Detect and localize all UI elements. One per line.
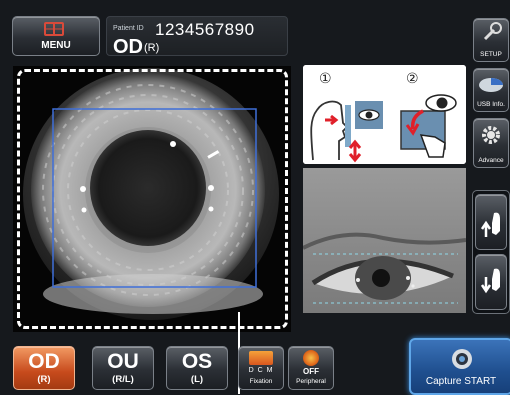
lateral-eye-image [303,168,466,313]
fixation-icon [249,351,273,365]
peripheral-button[interactable]: OFF Peripheral [288,346,334,390]
od-sub-label: (R) [37,374,51,385]
od-right-eye-button[interactable]: OD (R) [13,346,75,390]
alignment-guide-panel: ① ② [303,65,466,164]
usb-info-label: USB Info. [477,101,505,108]
current-eye-title: OD [113,36,143,58]
advance-label: Advance [478,157,504,164]
ou-both-eyes-button[interactable]: OU (R/L) [92,346,154,390]
peripheral-state: OFF [303,367,319,376]
menu-icon [44,22,64,36]
guide-step-2: ② [406,71,419,87]
move-down-button[interactable] [475,254,507,310]
setup-icon [483,22,502,41]
advance-gear-icon [482,126,500,144]
patient-id-value: 1234567890 [155,20,255,39]
patient-id-label: Patient ID [113,25,144,32]
ou-sub-label: (R/L) [112,374,134,385]
ou-label: OU [107,350,139,373]
menu-label: MENU [41,40,71,51]
os-label: OS [181,350,213,373]
usb-icon [479,78,503,92]
fixation-label: Fixation [249,378,273,385]
camera-icon [452,349,472,369]
fixation-mode-text: D C M [248,367,274,374]
os-sub-label: (L) [190,374,204,385]
guide-step-1: ① [319,71,332,87]
fixation-button[interactable]: D C M Fixation [238,346,284,390]
os-left-eye-button[interactable]: OS (L) [166,346,228,390]
move-down-icon [480,268,500,294]
anterior-eye-image[interactable] [13,66,291,332]
advance-button[interactable]: Advance [473,118,509,168]
menu-button[interactable]: MENU [12,16,100,56]
patient-info-panel: Patient ID 1234567890 OD (R) [106,16,288,58]
peripheral-icon [303,350,319,366]
move-up-button[interactable] [475,194,507,250]
capture-start-button[interactable]: Capture START [409,338,510,395]
setup-label: SETUP [480,51,502,58]
setup-button[interactable]: SETUP [473,18,509,62]
od-label: OD [28,350,60,373]
move-up-icon [480,212,500,237]
eye-photo [13,66,291,332]
peripheral-label: Peripheral [296,378,326,385]
usb-info-button[interactable]: USB Info. [473,68,509,112]
alignment-guide-illustration: ① ② [303,65,466,164]
side-camera-photo [303,168,466,313]
chinrest-move-group [472,190,510,314]
capture-start-label: Capture START [425,376,497,387]
current-eye-subtitle: (R) [144,42,160,54]
